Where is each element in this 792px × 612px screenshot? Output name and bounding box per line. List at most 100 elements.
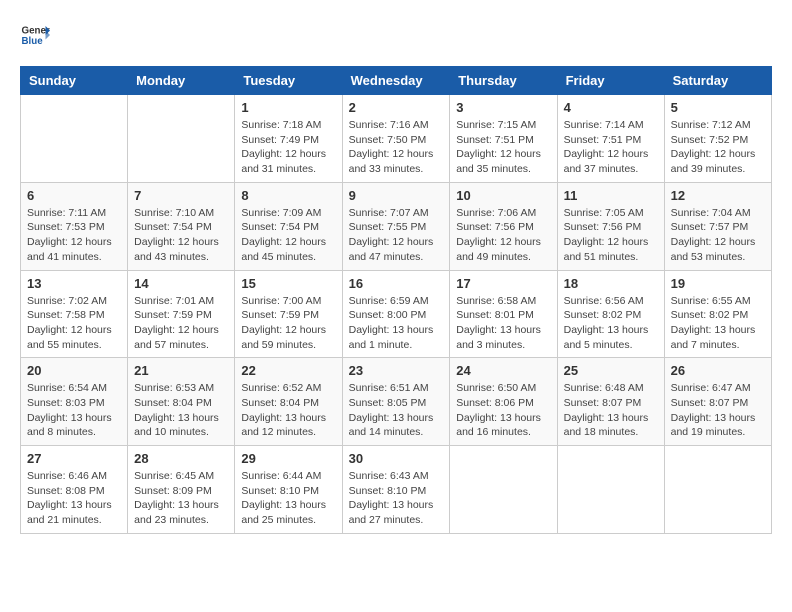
calendar-cell: 17 Sunrise: 6:58 AM Sunset: 8:01 PM Dayli… (450, 270, 557, 358)
calendar-cell (557, 446, 664, 534)
header: General Blue (20, 20, 772, 50)
day-info: Sunrise: 6:58 AM Sunset: 8:01 PM Dayligh… (456, 294, 550, 353)
day-info: Sunrise: 6:54 AM Sunset: 8:03 PM Dayligh… (27, 381, 121, 440)
calendar-cell: 18 Sunrise: 6:56 AM Sunset: 8:02 PM Dayli… (557, 270, 664, 358)
calendar-cell: 10Sunrise: 7:06 AM Sunset: 7:56 PM Dayli… (450, 182, 557, 270)
calendar-table: SundayMondayTuesdayWednesdayThursdayFrid… (20, 66, 772, 534)
day-info: Sunrise: 6:55 AM Sunset: 8:02 PM Dayligh… (671, 294, 765, 353)
calendar-cell: 24 Sunrise: 6:50 AM Sunset: 8:06 PM Dayli… (450, 358, 557, 446)
day-info: Sunrise: 7:00 AM Sunset: 7:59 PM Dayligh… (241, 294, 335, 353)
day-number: 2 (349, 100, 444, 115)
calendar-cell (128, 95, 235, 183)
calendar-cell: 7 Sunrise: 7:10 AM Sunset: 7:54 PM Daylig… (128, 182, 235, 270)
day-number: 28 (134, 451, 228, 466)
day-number: 30 (349, 451, 444, 466)
column-header-thursday: Thursday (450, 67, 557, 95)
calendar-cell: 16 Sunrise: 6:59 AM Sunset: 8:00 PM Dayli… (342, 270, 450, 358)
week-row-1: 1 Sunrise: 7:18 AM Sunset: 7:49 PM Daylig… (21, 95, 772, 183)
day-number: 29 (241, 451, 335, 466)
day-number: 12 (671, 188, 765, 203)
day-number: 19 (671, 276, 765, 291)
day-info: Sunrise: 7:04 AM Sunset: 7:57 PM Dayligh… (671, 206, 765, 265)
calendar-cell: 5 Sunrise: 7:12 AM Sunset: 7:52 PM Daylig… (664, 95, 771, 183)
day-number: 15 (241, 276, 335, 291)
calendar-cell: 23 Sunrise: 6:51 AM Sunset: 8:05 PM Dayli… (342, 358, 450, 446)
column-header-sunday: Sunday (21, 67, 128, 95)
day-info: Sunrise: 7:11 AM Sunset: 7:53 PM Dayligh… (27, 206, 121, 265)
day-number: 10 (456, 188, 550, 203)
calendar-cell: 14 Sunrise: 7:01 AM Sunset: 7:59 PM Dayli… (128, 270, 235, 358)
calendar-cell: 3 Sunrise: 7:15 AM Sunset: 7:51 PM Daylig… (450, 95, 557, 183)
calendar-cell: 20Sunrise: 6:54 AM Sunset: 8:03 PM Dayli… (21, 358, 128, 446)
calendar-cell (450, 446, 557, 534)
day-info: Sunrise: 7:18 AM Sunset: 7:49 PM Dayligh… (241, 118, 335, 177)
calendar-cell: 30 Sunrise: 6:43 AM Sunset: 8:10 PM Dayli… (342, 446, 450, 534)
calendar-cell: 22 Sunrise: 6:52 AM Sunset: 8:04 PM Dayli… (235, 358, 342, 446)
calendar-cell: 11 Sunrise: 7:05 AM Sunset: 7:56 PM Dayli… (557, 182, 664, 270)
calendar-cell: 6 Sunrise: 7:11 AM Sunset: 7:53 PM Daylig… (21, 182, 128, 270)
calendar-cell (21, 95, 128, 183)
calendar-cell: 13Sunrise: 7:02 AM Sunset: 7:58 PM Dayli… (21, 270, 128, 358)
day-info: Sunrise: 7:09 AM Sunset: 7:54 PM Dayligh… (241, 206, 335, 265)
day-number: 21 (134, 363, 228, 378)
day-info: Sunrise: 7:15 AM Sunset: 7:51 PM Dayligh… (456, 118, 550, 177)
logo: General Blue (20, 20, 50, 50)
day-info: Sunrise: 7:01 AM Sunset: 7:59 PM Dayligh… (134, 294, 228, 353)
day-info: Sunrise: 7:16 AM Sunset: 7:50 PM Dayligh… (349, 118, 444, 177)
week-row-5: 27 Sunrise: 6:46 AM Sunset: 8:08 PM Dayli… (21, 446, 772, 534)
day-number: 22 (241, 363, 335, 378)
day-number: 7 (134, 188, 228, 203)
calendar-cell: 9Sunrise: 7:07 AM Sunset: 7:55 PM Daylig… (342, 182, 450, 270)
day-number: 3 (456, 100, 550, 115)
day-number: 13 (27, 276, 121, 291)
day-number: 24 (456, 363, 550, 378)
day-info: Sunrise: 7:07 AM Sunset: 7:55 PM Dayligh… (349, 206, 444, 265)
day-number: 5 (671, 100, 765, 115)
column-header-wednesday: Wednesday (342, 67, 450, 95)
column-header-saturday: Saturday (664, 67, 771, 95)
day-number: 6 (27, 188, 121, 203)
calendar-cell: 19 Sunrise: 6:55 AM Sunset: 8:02 PM Dayli… (664, 270, 771, 358)
day-info: Sunrise: 6:52 AM Sunset: 8:04 PM Dayligh… (241, 381, 335, 440)
day-number: 8 (241, 188, 335, 203)
calendar-cell: 26 Sunrise: 6:47 AM Sunset: 8:07 PM Dayli… (664, 358, 771, 446)
header-row: SundayMondayTuesdayWednesdayThursdayFrid… (21, 67, 772, 95)
day-number: 26 (671, 363, 765, 378)
day-number: 27 (27, 451, 121, 466)
calendar-cell: 21Sunrise: 6:53 AM Sunset: 8:04 PM Dayli… (128, 358, 235, 446)
day-info: Sunrise: 7:12 AM Sunset: 7:52 PM Dayligh… (671, 118, 765, 177)
day-number: 25 (564, 363, 658, 378)
day-number: 17 (456, 276, 550, 291)
day-info: Sunrise: 6:51 AM Sunset: 8:05 PM Dayligh… (349, 381, 444, 440)
column-header-monday: Monday (128, 67, 235, 95)
calendar-cell: 29 Sunrise: 6:44 AM Sunset: 8:10 PM Dayli… (235, 446, 342, 534)
day-info: Sunrise: 6:43 AM Sunset: 8:10 PM Dayligh… (349, 469, 444, 528)
day-info: Sunrise: 6:45 AM Sunset: 8:09 PM Dayligh… (134, 469, 228, 528)
calendar-cell: 25 Sunrise: 6:48 AM Sunset: 8:07 PM Dayli… (557, 358, 664, 446)
calendar-cell: 12 Sunrise: 7:04 AM Sunset: 7:57 PM Dayli… (664, 182, 771, 270)
day-number: 14 (134, 276, 228, 291)
week-row-4: 20Sunrise: 6:54 AM Sunset: 8:03 PM Dayli… (21, 358, 772, 446)
day-info: Sunrise: 7:10 AM Sunset: 7:54 PM Dayligh… (134, 206, 228, 265)
day-number: 11 (564, 188, 658, 203)
day-info: Sunrise: 6:44 AM Sunset: 8:10 PM Dayligh… (241, 469, 335, 528)
day-number: 4 (564, 100, 658, 115)
day-info: Sunrise: 6:50 AM Sunset: 8:06 PM Dayligh… (456, 381, 550, 440)
day-number: 16 (349, 276, 444, 291)
day-number: 1 (241, 100, 335, 115)
column-header-friday: Friday (557, 67, 664, 95)
calendar-cell: 15 Sunrise: 7:00 AM Sunset: 7:59 PM Dayli… (235, 270, 342, 358)
day-info: Sunrise: 6:59 AM Sunset: 8:00 PM Dayligh… (349, 294, 444, 353)
day-info: Sunrise: 6:46 AM Sunset: 8:08 PM Dayligh… (27, 469, 121, 528)
svg-text:Blue: Blue (22, 36, 44, 47)
day-info: Sunrise: 6:56 AM Sunset: 8:02 PM Dayligh… (564, 294, 658, 353)
day-info: Sunrise: 6:48 AM Sunset: 8:07 PM Dayligh… (564, 381, 658, 440)
day-info: Sunrise: 7:05 AM Sunset: 7:56 PM Dayligh… (564, 206, 658, 265)
calendar-cell (664, 446, 771, 534)
day-number: 18 (564, 276, 658, 291)
day-number: 23 (349, 363, 444, 378)
calendar-cell: 2 Sunrise: 7:16 AM Sunset: 7:50 PM Daylig… (342, 95, 450, 183)
calendar-cell: 27 Sunrise: 6:46 AM Sunset: 8:08 PM Dayli… (21, 446, 128, 534)
day-info: Sunrise: 6:47 AM Sunset: 8:07 PM Dayligh… (671, 381, 765, 440)
calendar-cell: 1 Sunrise: 7:18 AM Sunset: 7:49 PM Daylig… (235, 95, 342, 183)
